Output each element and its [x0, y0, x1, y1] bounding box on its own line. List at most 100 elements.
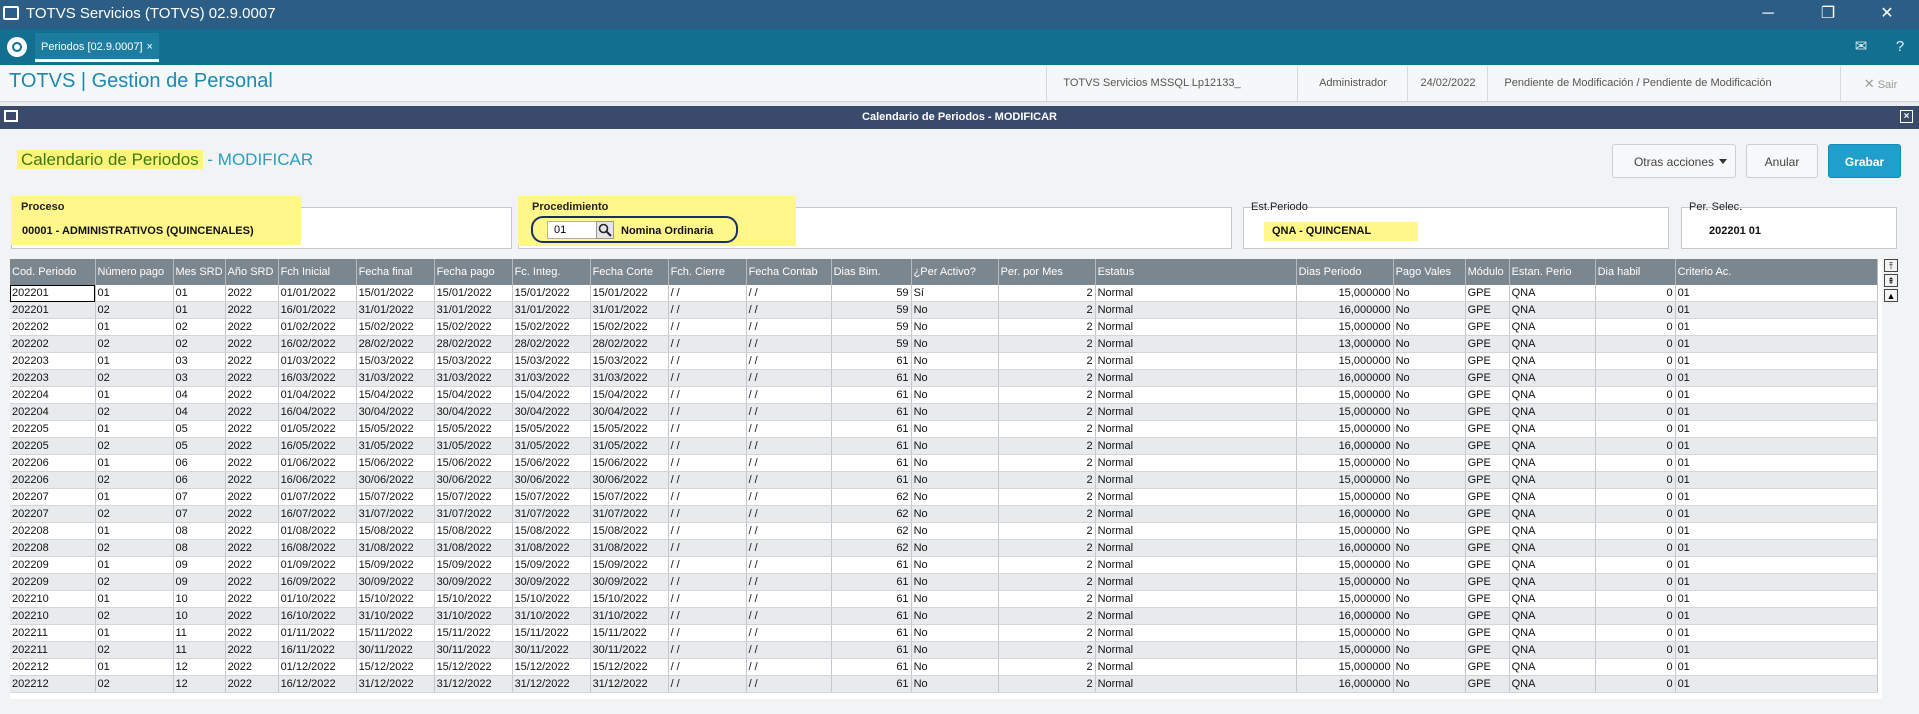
table-cell[interactable]: 16/02/2022 — [278, 335, 357, 353]
table-cell[interactable]: / / — [746, 675, 832, 693]
table-cell[interactable]: 0 — [1595, 369, 1676, 387]
table-cell[interactable]: 01 — [1675, 522, 1878, 540]
table-cell[interactable]: 15/06/2022 — [434, 454, 513, 472]
table-cell[interactable]: 01 — [95, 420, 174, 438]
totvs-logo-icon[interactable] — [7, 37, 27, 57]
table-cell[interactable]: / / — [746, 607, 832, 625]
table-cell[interactable]: 2022 — [225, 505, 279, 523]
table-cell[interactable]: No — [911, 352, 999, 370]
column-header[interactable]: Dias Bim. — [831, 259, 912, 285]
table-cell[interactable]: 15/11/2022 — [590, 624, 669, 642]
table-cell[interactable]: 09 — [173, 556, 226, 574]
table-cell[interactable]: 31/10/2022 — [512, 607, 591, 625]
exit-button[interactable]: ✕ Sair — [1840, 66, 1919, 101]
table-cell[interactable]: 01/03/2022 — [278, 352, 357, 370]
table-cell[interactable]: 2 — [998, 505, 1096, 523]
table-cell[interactable]: 62 — [831, 522, 912, 540]
table-cell[interactable]: 15,000000 — [1296, 471, 1394, 489]
table-cell[interactable]: 04 — [173, 403, 226, 421]
table-cell[interactable]: 15,000000 — [1296, 641, 1394, 659]
table-cell[interactable]: 30/11/2022 — [590, 641, 669, 659]
table-cell[interactable]: 15/01/2022 — [590, 285, 669, 302]
table-cell[interactable]: / / — [746, 556, 832, 574]
column-header[interactable]: Criterio Ac. — [1675, 259, 1878, 285]
table-cell[interactable]: / / — [668, 386, 747, 404]
table-cell[interactable]: 2022 — [225, 539, 279, 557]
table-cell[interactable]: QNA — [1509, 539, 1596, 557]
table-cell[interactable]: / / — [668, 658, 747, 676]
table-cell[interactable]: 61 — [831, 420, 912, 438]
table-cell[interactable]: GPE — [1465, 318, 1510, 336]
table-cell[interactable]: 02 — [95, 505, 174, 523]
table-cell[interactable]: No — [911, 590, 999, 608]
table-cell[interactable]: / / — [668, 505, 747, 523]
table-cell[interactable]: 31/12/2022 — [590, 675, 669, 693]
table-cell[interactable]: 15/09/2022 — [356, 556, 435, 574]
table-cell[interactable]: 61 — [831, 590, 912, 608]
table-cell[interactable]: 01 — [1675, 488, 1878, 506]
table-cell[interactable]: 0 — [1595, 522, 1676, 540]
table-cell[interactable]: 62 — [831, 539, 912, 557]
table-cell[interactable]: GPE — [1465, 352, 1510, 370]
table-cell[interactable]: No — [1393, 403, 1466, 421]
table-cell[interactable]: 30/09/2022 — [356, 573, 435, 591]
table-cell[interactable]: 01/02/2022 — [278, 318, 357, 336]
table-cell[interactable]: 0 — [1595, 471, 1676, 489]
table-cell[interactable]: / / — [746, 488, 832, 506]
table-cell[interactable]: No — [911, 403, 999, 421]
table-cell[interactable]: / / — [746, 437, 832, 455]
table-cell[interactable]: 30/04/2022 — [356, 403, 435, 421]
table-cell[interactable]: No — [1393, 285, 1466, 302]
table-cell[interactable]: Sí — [911, 285, 999, 302]
table-cell[interactable]: No — [1393, 318, 1466, 336]
table-cell[interactable]: 202206 — [10, 454, 96, 472]
table-cell[interactable]: 15,000000 — [1296, 386, 1394, 404]
table-cell[interactable]: 30/04/2022 — [512, 403, 591, 421]
table-cell[interactable]: 01/11/2022 — [278, 624, 357, 642]
table-cell[interactable]: Normal — [1095, 403, 1297, 421]
table-cell[interactable]: 30/04/2022 — [434, 403, 513, 421]
table-cell[interactable]: 16/03/2022 — [278, 369, 357, 387]
table-cell[interactable]: 01 — [95, 488, 174, 506]
table-cell[interactable]: 01 — [95, 318, 174, 336]
table-cell[interactable]: Normal — [1095, 285, 1297, 302]
table-cell[interactable]: 2022 — [225, 420, 279, 438]
table-cell[interactable]: 15,000000 — [1296, 318, 1394, 336]
table-cell[interactable]: 02 — [95, 471, 174, 489]
table-cell[interactable]: 16/10/2022 — [278, 607, 357, 625]
table-cell[interactable]: 61 — [831, 369, 912, 387]
table-cell[interactable]: 15,000000 — [1296, 573, 1394, 591]
table-cell[interactable]: 15/10/2022 — [512, 590, 591, 608]
table-cell[interactable]: 15/04/2022 — [356, 386, 435, 404]
table-cell[interactable]: 202201 — [10, 285, 96, 302]
table-cell[interactable]: 15/06/2022 — [512, 454, 591, 472]
table-cell[interactable]: No — [911, 454, 999, 472]
table-cell[interactable]: No — [911, 301, 999, 319]
table-cell[interactable]: / / — [746, 301, 832, 319]
table-cell[interactable]: 01 — [1675, 437, 1878, 455]
table-cell[interactable]: 2 — [998, 522, 1096, 540]
table-row[interactable]: 202204 02 04 2022 16/04/2022 30/04/2022 30/04/… — [10, 403, 1878, 421]
table-cell[interactable]: 31/05/2022 — [434, 437, 513, 455]
table-cell[interactable]: 61 — [831, 675, 912, 693]
table-cell[interactable]: QNA — [1509, 505, 1596, 523]
table-cell[interactable]: 31/12/2022 — [356, 675, 435, 693]
table-cell[interactable]: No — [911, 522, 999, 540]
table-cell[interactable]: 01 — [1675, 369, 1878, 387]
table-cell[interactable]: 01 — [1675, 352, 1878, 370]
table-cell[interactable]: / / — [746, 471, 832, 489]
table-cell[interactable]: 02 — [95, 573, 174, 591]
table-cell[interactable]: / / — [746, 658, 832, 676]
table-cell[interactable]: No — [1393, 658, 1466, 676]
column-header[interactable]: Estatus — [1095, 259, 1297, 285]
table-cell[interactable]: / / — [668, 318, 747, 336]
column-header[interactable]: Número pago — [95, 259, 174, 285]
table-cell[interactable]: 2 — [998, 420, 1096, 438]
column-header[interactable]: Fch Inicial — [278, 259, 357, 285]
table-cell[interactable]: 202203 — [10, 369, 96, 387]
table-cell[interactable]: QNA — [1509, 641, 1596, 659]
table-cell[interactable]: 02 — [95, 607, 174, 625]
table-cell[interactable]: 15/06/2022 — [356, 454, 435, 472]
table-cell[interactable]: / / — [746, 624, 832, 642]
table-cell[interactable]: 31/01/2022 — [590, 301, 669, 319]
